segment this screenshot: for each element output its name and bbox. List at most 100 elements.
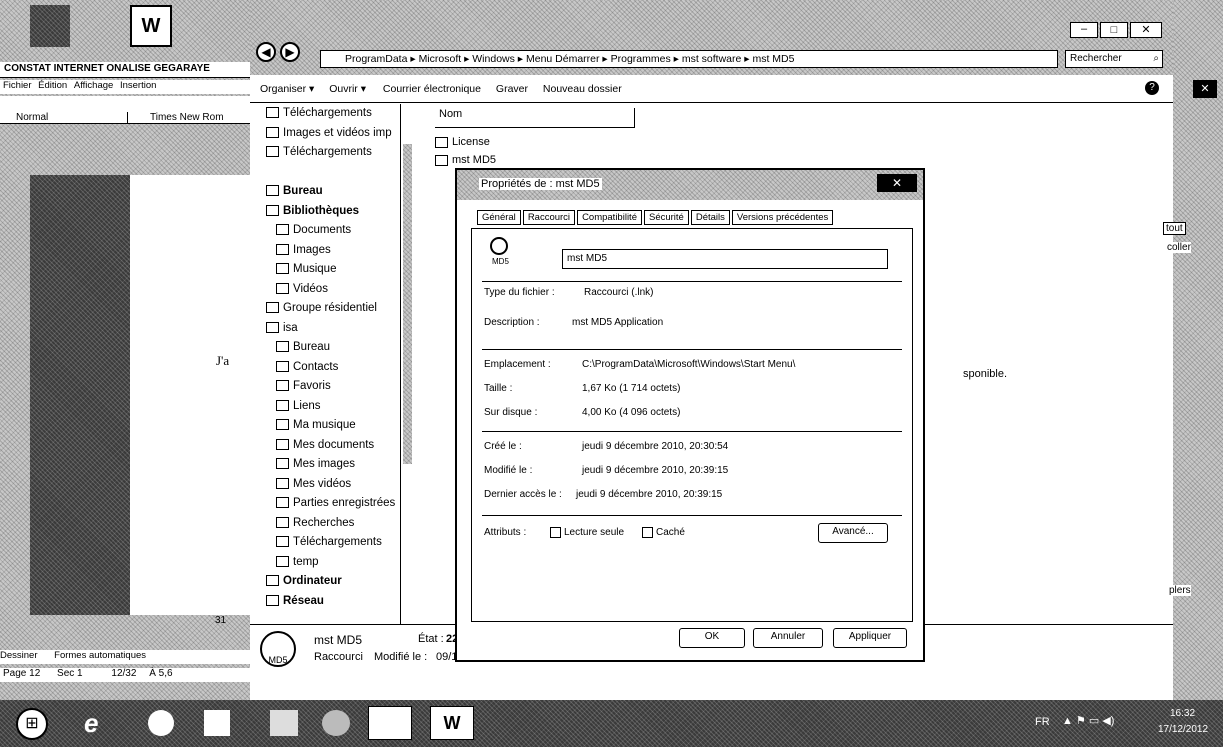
crumb-windows[interactable]: Windows [472,53,515,65]
crumb-programdata[interactable]: ProgramData [345,53,407,65]
address-bar[interactable]: ProgramData ▸ Microsoft ▸ Windows ▸ Menu… [320,50,1058,68]
nav-item[interactable]: Ordinateur [266,572,409,592]
clock-time[interactable]: 16:32 [1170,708,1195,719]
tab-shortcut[interactable]: Raccourci [522,210,576,225]
nav-item[interactable]: Téléchargements [276,533,409,553]
file-row[interactable]: mst MD5 [435,154,496,166]
description-value: mst MD5 Application [572,317,664,328]
nav-item[interactable]: Musique [276,260,409,280]
media-player-icon[interactable] [204,710,230,736]
right-background: ✕ tout coller plers [1163,0,1223,700]
nav-item[interactable]: isa [266,319,409,339]
word-task-icon[interactable]: W [430,706,474,740]
folder-icon [266,146,279,158]
tab-compatibility[interactable]: Compatibilité [577,210,642,225]
apply-button[interactable]: Appliquer [833,628,907,648]
nav-item-label: Mes vidéos [293,477,352,490]
tab-security[interactable]: Sécurité [643,210,689,225]
nav-item[interactable]: Contacts [276,358,409,378]
ie-icon[interactable]: e [84,708,114,738]
menu-fichier[interactable]: Fichier [3,80,32,91]
burn-button[interactable]: Graver [496,83,528,95]
nav-item[interactable]: Groupe résidentiel [266,299,409,319]
menu-edition[interactable]: Édition [38,80,67,91]
nav-item[interactable]: Bibliothèques [266,202,409,222]
draw-menu[interactable]: Dessiner [0,650,38,661]
folder-task-icon[interactable] [270,710,298,736]
maximize-icon[interactable]: □ [1100,22,1128,38]
tab-previous-versions[interactable]: Versions précédentes [731,210,834,225]
nav-item[interactable]: Téléchargements [266,143,409,163]
crumb-menu-demarrer[interactable]: Menu Démarrer [526,53,600,65]
nav-item[interactable]: Ma musique [276,416,409,436]
nav-item[interactable]: Vidéos [276,280,409,300]
word-doc-icon[interactable]: W [130,5,172,47]
email-button[interactable]: Courrier électronique [383,83,481,95]
readonly-box[interactable] [550,527,561,538]
nav-item[interactable]: Images [276,241,409,261]
readonly-checkbox[interactable]: Lecture seule [550,527,624,538]
nav-item[interactable]: Bureau [276,338,409,358]
nav-item[interactable]: Images et vidéos imp [266,124,409,144]
column-header[interactable]: Nom [435,108,635,128]
nav-scrollbar[interactable] [400,104,414,624]
minimize-icon[interactable]: ‒ [1070,22,1098,38]
advanced-button[interactable]: Avancé... [818,523,888,543]
clock-date[interactable]: 17/12/2012 [1158,724,1208,735]
desktop-icons: W [0,0,250,60]
tout-button[interactable]: tout [1163,222,1186,235]
autoshapes-menu[interactable]: Formes automatiques [54,650,146,661]
back-icon[interactable]: ◀ [256,42,276,62]
nav-item[interactable]: Mes documents [276,436,409,456]
hidden-box[interactable] [642,527,653,538]
nav-item[interactable]: Recherches [276,514,409,534]
media-task-icon[interactable] [322,710,350,736]
explorer-task-icon[interactable] [148,710,174,736]
open-button[interactable]: Ouvrir [329,83,358,95]
cancel-button[interactable]: Annuler [753,628,823,648]
start-button[interactable]: ⊞ [16,708,48,740]
tray-icons[interactable]: ▲ ⚑ ▭ ◀) [1062,714,1114,727]
language-indicator[interactable]: FR [1035,716,1050,728]
forward-icon[interactable]: ▶ [280,42,300,62]
nav-item[interactable]: Mes images [276,455,409,475]
ok-button[interactable]: OK [679,628,745,648]
close-icon[interactable]: ✕ [1130,22,1162,38]
folder-icon [266,107,279,119]
nav-item[interactable]: temp [276,553,409,573]
new-folder-button[interactable]: Nouveau dossier [543,83,622,95]
crumb-mst-md5[interactable]: mst MD5 [752,53,794,65]
style-box[interactable]: Normal [8,112,128,124]
menu-insertion[interactable]: Insertion [120,80,156,91]
desktop-icon[interactable] [30,5,70,47]
search-box[interactable]: Rechercher ⌕ [1065,50,1163,68]
nav-item[interactable]: Réseau [266,592,409,612]
nav-item[interactable]: Liens [276,397,409,417]
organize-button[interactable]: Organiser [260,83,306,95]
nav-item[interactable]: Bureau [266,182,409,202]
type-label: Type du fichier : [484,287,555,298]
nav-item[interactable]: Téléchargements [266,104,409,124]
scroll-thumb[interactable] [403,144,412,464]
side-close-icon[interactable]: ✕ [1193,80,1217,98]
nav-item[interactable]: Parties enregistrées [276,494,409,514]
font-box[interactable]: Times New Rom [140,112,250,124]
nav-item[interactable]: Mes vidéos [276,475,409,495]
crumb-microsoft[interactable]: Microsoft [419,53,462,65]
nav-item-label: temp [293,555,319,568]
files-task-icon[interactable] [368,706,412,740]
crumb-mst-software[interactable]: mst software [682,53,742,65]
file-row[interactable]: License [435,136,490,148]
nav-item[interactable]: Documents [276,221,409,241]
nav-item[interactable]: Favoris [276,377,409,397]
menu-affichage[interactable]: Affichage [74,80,113,91]
hidden-checkbox[interactable]: Caché [642,527,685,538]
folder-icon [266,126,279,138]
dialog-close-icon[interactable]: ✕ [877,174,917,192]
name-field[interactable]: mst MD5 [562,249,888,269]
crumb-programmes[interactable]: Programmes [611,53,671,65]
dialog-title: Propriétés de : mst MD5 [479,178,602,190]
help-icon[interactable]: ? [1145,81,1159,95]
tab-general[interactable]: Général [477,210,521,225]
tab-details[interactable]: Détails [690,210,730,225]
